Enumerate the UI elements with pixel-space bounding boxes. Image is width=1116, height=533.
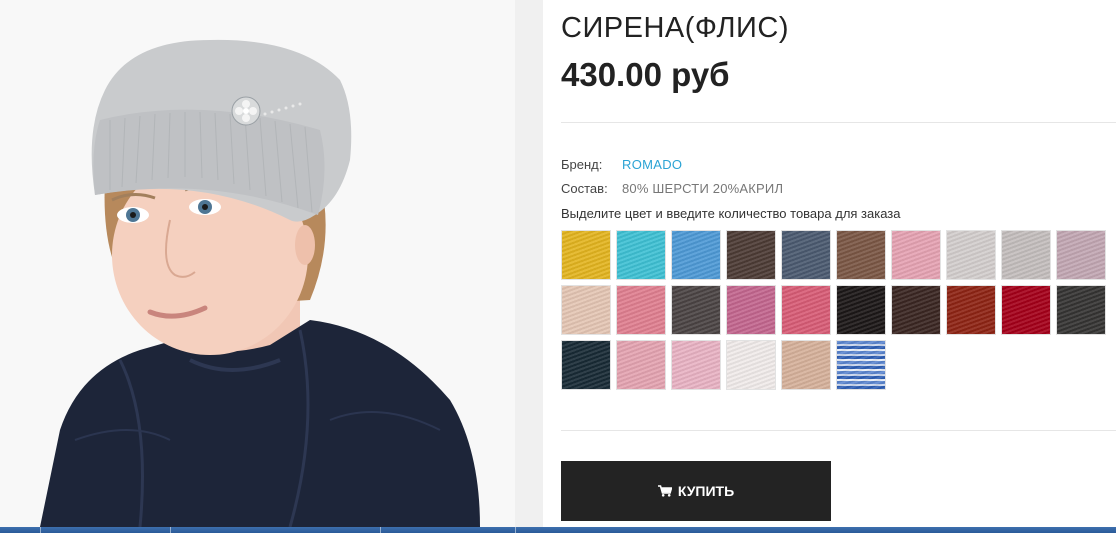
color-swatch[interactable] [561, 340, 611, 390]
composition-label: Состав: [561, 181, 608, 196]
color-swatch[interactable] [781, 285, 831, 335]
color-swatch[interactable] [891, 285, 941, 335]
color-swatch[interactable] [781, 340, 831, 390]
product-photo-illustration [0, 0, 515, 527]
color-swatch[interactable] [561, 285, 611, 335]
color-swatch[interactable] [891, 230, 941, 280]
color-swatch[interactable] [726, 230, 776, 280]
product-photo [0, 0, 515, 527]
color-swatch[interactable] [726, 340, 776, 390]
product-title: СИРЕНА(ФЛИС) [561, 12, 789, 44]
color-swatch[interactable] [946, 230, 996, 280]
brand-label: Бренд: [561, 157, 603, 172]
color-swatch[interactable] [1056, 230, 1106, 280]
buy-button-label: КУПИТЬ [677, 483, 735, 499]
buy-button[interactable]: КУПИТЬ [561, 461, 831, 521]
color-swatch[interactable] [836, 285, 886, 335]
composition-row: Состав: 80% ШЕРСТИ 20%АКРИЛ [561, 181, 783, 196]
color-swatch[interactable] [946, 285, 996, 335]
brand-row: Бренд: ROMADO [561, 157, 682, 172]
brand-link[interactable]: ROMADO [622, 157, 682, 172]
color-instruction: Выделите цвет и введите количество товар… [561, 206, 901, 221]
photo-gutter [515, 0, 543, 527]
color-swatch[interactable] [561, 230, 611, 280]
color-swatch[interactable] [616, 285, 666, 335]
color-swatch[interactable] [836, 230, 886, 280]
divider-top [561, 122, 1116, 123]
color-swatch[interactable] [781, 230, 831, 280]
color-swatch[interactable] [1056, 285, 1106, 335]
color-swatch[interactable] [616, 340, 666, 390]
color-swatch[interactable] [671, 285, 721, 335]
color-swatch[interactable] [671, 340, 721, 390]
composition-value: 80% ШЕРСТИ 20%АКРИЛ [622, 181, 784, 196]
product-price: 430.00 руб [561, 56, 730, 93]
color-swatch[interactable] [1001, 230, 1051, 280]
color-swatch[interactable] [616, 230, 666, 280]
color-swatch[interactable] [726, 285, 776, 335]
color-swatch[interactable] [1001, 285, 1051, 335]
color-swatch[interactable] [836, 340, 886, 390]
divider-bottom [561, 430, 1116, 431]
color-swatch[interactable] [671, 230, 721, 280]
taskbar-strip [0, 527, 1116, 533]
cart-icon [657, 485, 672, 497]
